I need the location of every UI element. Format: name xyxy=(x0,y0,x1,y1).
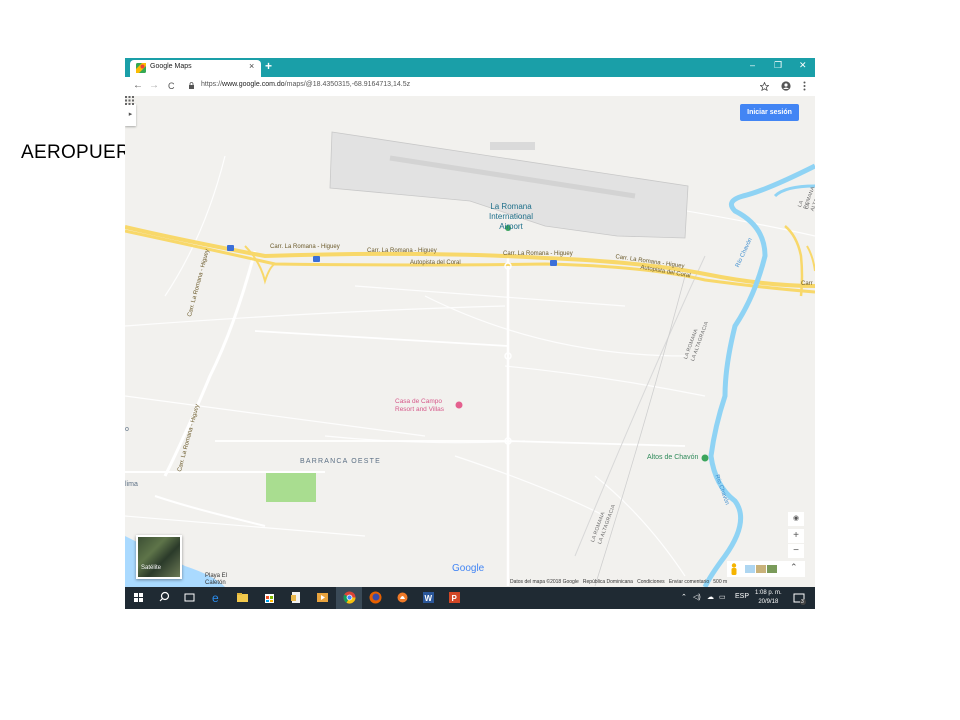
traffic-layer-icon[interactable] xyxy=(756,565,766,573)
url-field[interactable]: https://www.google.com.do/maps/@18.43503… xyxy=(201,81,410,88)
menu-dots-icon[interactable] xyxy=(803,81,806,91)
attribution-terms[interactable]: Condiciones xyxy=(637,579,665,585)
road-label: Carr. La Romana - Higuey xyxy=(503,251,573,257)
svg-text:W: W xyxy=(425,594,433,603)
tab-close-icon[interactable]: × xyxy=(249,61,254,71)
terrain-layer-icon[interactable] xyxy=(745,565,755,573)
edge-browser-icon[interactable]: e xyxy=(209,590,224,605)
signin-button[interactable]: Iniciar sesión xyxy=(740,104,799,121)
notifications-icon[interactable] xyxy=(792,591,807,606)
url-prefix: https:// xyxy=(201,81,223,88)
my-location-button[interactable]: ◉ xyxy=(788,512,804,526)
address-bar-row: ← → C https://www.google.com.do/maps/@18… xyxy=(125,77,815,97)
document-app-icon[interactable] xyxy=(288,590,303,605)
altos-de-chavon-pin xyxy=(701,454,709,462)
google-logo: Google xyxy=(452,563,485,574)
profile-icon[interactable] xyxy=(781,81,791,91)
powerpoint-icon[interactable]: P xyxy=(447,590,462,605)
volume-icon[interactable]: ◁) xyxy=(693,593,701,601)
task-view-icon[interactable] xyxy=(182,590,197,605)
svg-text:e: e xyxy=(212,591,219,605)
road-label: Carr. La Romana - Higuey xyxy=(270,244,340,250)
tray-chevron-icon[interactable]: ⌃ xyxy=(681,593,687,601)
pegman-icon[interactable] xyxy=(730,563,738,575)
satellite-label: Satélite xyxy=(141,565,162,571)
playa-label-line2: Caletón xyxy=(205,580,226,586)
attribution-feedback[interactable]: Enviar comentario xyxy=(669,579,709,585)
casa-label-line1: Casa de Campo xyxy=(395,398,442,405)
window-close-icon[interactable]: ✕ xyxy=(799,60,807,71)
search-icon[interactable] xyxy=(157,590,172,605)
language-indicator[interactable]: ESP xyxy=(735,593,749,600)
map-canvas[interactable]: La Romana International Airport Carr. La… xyxy=(125,96,815,587)
tab-title: Google Maps xyxy=(150,63,192,70)
attribution-country[interactable]: República Dominicana xyxy=(583,579,633,585)
firefox-icon[interactable] xyxy=(368,590,383,605)
airport-label-line1: La Romana xyxy=(490,202,532,211)
back-icon[interactable]: ← xyxy=(133,80,143,91)
neighborhood-label: BARRANCA OESTE xyxy=(300,458,381,465)
windows-start-icon[interactable] xyxy=(131,590,146,605)
google-maps-favicon-icon xyxy=(136,63,146,73)
scale-label: 500 m xyxy=(713,579,728,585)
url-path: /maps/@18.4350315,-68.9164713,14.5z xyxy=(284,81,411,88)
highway-carr-la-romana-higuey xyxy=(125,225,815,288)
playa-label-line1: Playa El xyxy=(205,573,228,579)
casa-label-line2: Resort and Villas xyxy=(395,406,445,413)
altos-de-chavon-label[interactable]: Altos de Chavón xyxy=(647,454,698,461)
clock-time: 1:08 p. m. xyxy=(755,590,782,596)
playa-label: Playa El Caletón xyxy=(205,573,227,587)
map-graphics xyxy=(125,131,815,587)
store-icon[interactable] xyxy=(262,590,277,605)
media-player-icon[interactable] xyxy=(315,590,330,605)
word-icon[interactable]: W xyxy=(421,590,436,605)
collapse-panel-button[interactable]: ▸ xyxy=(125,104,136,126)
apps-grid-icon[interactable] xyxy=(125,96,134,105)
road-label: Carr xyxy=(801,281,813,287)
lock-icon xyxy=(189,82,194,89)
road-label: Carr. La Romana - Higuey xyxy=(367,248,437,254)
clock-date: 20/9/18 xyxy=(758,599,779,605)
layers-strip: ⌃ xyxy=(727,561,805,577)
airport-label-line2: International xyxy=(488,212,534,221)
forward-icon[interactable]: → xyxy=(149,80,159,91)
screenshot: Google Maps × + – ❐ ✕ ← → C https://www.… xyxy=(125,58,815,609)
edge-label: o xyxy=(125,426,129,433)
reload-icon[interactable]: C xyxy=(168,81,175,91)
airport-label-line3: Airport xyxy=(499,222,523,231)
windows-taskbar: e W P ⌃ ◁) ☁ ▭ ESP 1:08 p. m. 20/9/18 3 xyxy=(125,587,815,609)
airport-label[interactable]: La Romana International Airport xyxy=(487,202,535,232)
zoom-out-button[interactable]: − xyxy=(788,544,804,558)
highway-autopista-del-coral xyxy=(125,229,815,294)
sports-field xyxy=(266,473,316,502)
chrome-tabbar: Google Maps × + – ❐ ✕ xyxy=(125,58,815,77)
minimize-icon[interactable]: – xyxy=(750,60,755,70)
edge-label: lima xyxy=(125,481,138,488)
new-tab-button[interactable]: + xyxy=(265,59,272,73)
url-host: www.google.com.do xyxy=(222,81,285,88)
casa-de-campo-pin xyxy=(455,401,463,409)
map-attribution: Datos del mapa ©2018 Google República Do… xyxy=(510,579,727,585)
maximize-icon[interactable]: ❐ xyxy=(774,60,782,71)
road-label: Autopista del Coral xyxy=(410,260,461,266)
network-icon[interactable]: ▭ xyxy=(719,593,726,601)
expand-icon[interactable]: ⌃ xyxy=(790,562,798,573)
app-orange-icon[interactable] xyxy=(395,590,410,605)
star-icon[interactable] xyxy=(760,82,769,91)
casa-de-campo-label[interactable]: Casa de Campo Resort and Villas xyxy=(395,398,444,414)
system-clock[interactable]: 1:08 p. m. 20/9/18 xyxy=(755,589,782,607)
svg-text:P: P xyxy=(452,594,458,603)
satellite-toggle[interactable]: Satélite xyxy=(136,535,182,579)
file-explorer-icon[interactable] xyxy=(235,590,250,605)
browser-tab[interactable]: Google Maps × xyxy=(130,60,261,77)
chrome-icon[interactable] xyxy=(342,590,357,605)
attribution-data: Datos del mapa ©2018 Google xyxy=(510,579,579,585)
satellite-layer-icon[interactable] xyxy=(767,565,777,573)
zoom-in-button[interactable]: + xyxy=(788,529,804,543)
cloud-icon[interactable]: ☁ xyxy=(707,593,714,601)
notification-count: 3 xyxy=(801,599,804,605)
